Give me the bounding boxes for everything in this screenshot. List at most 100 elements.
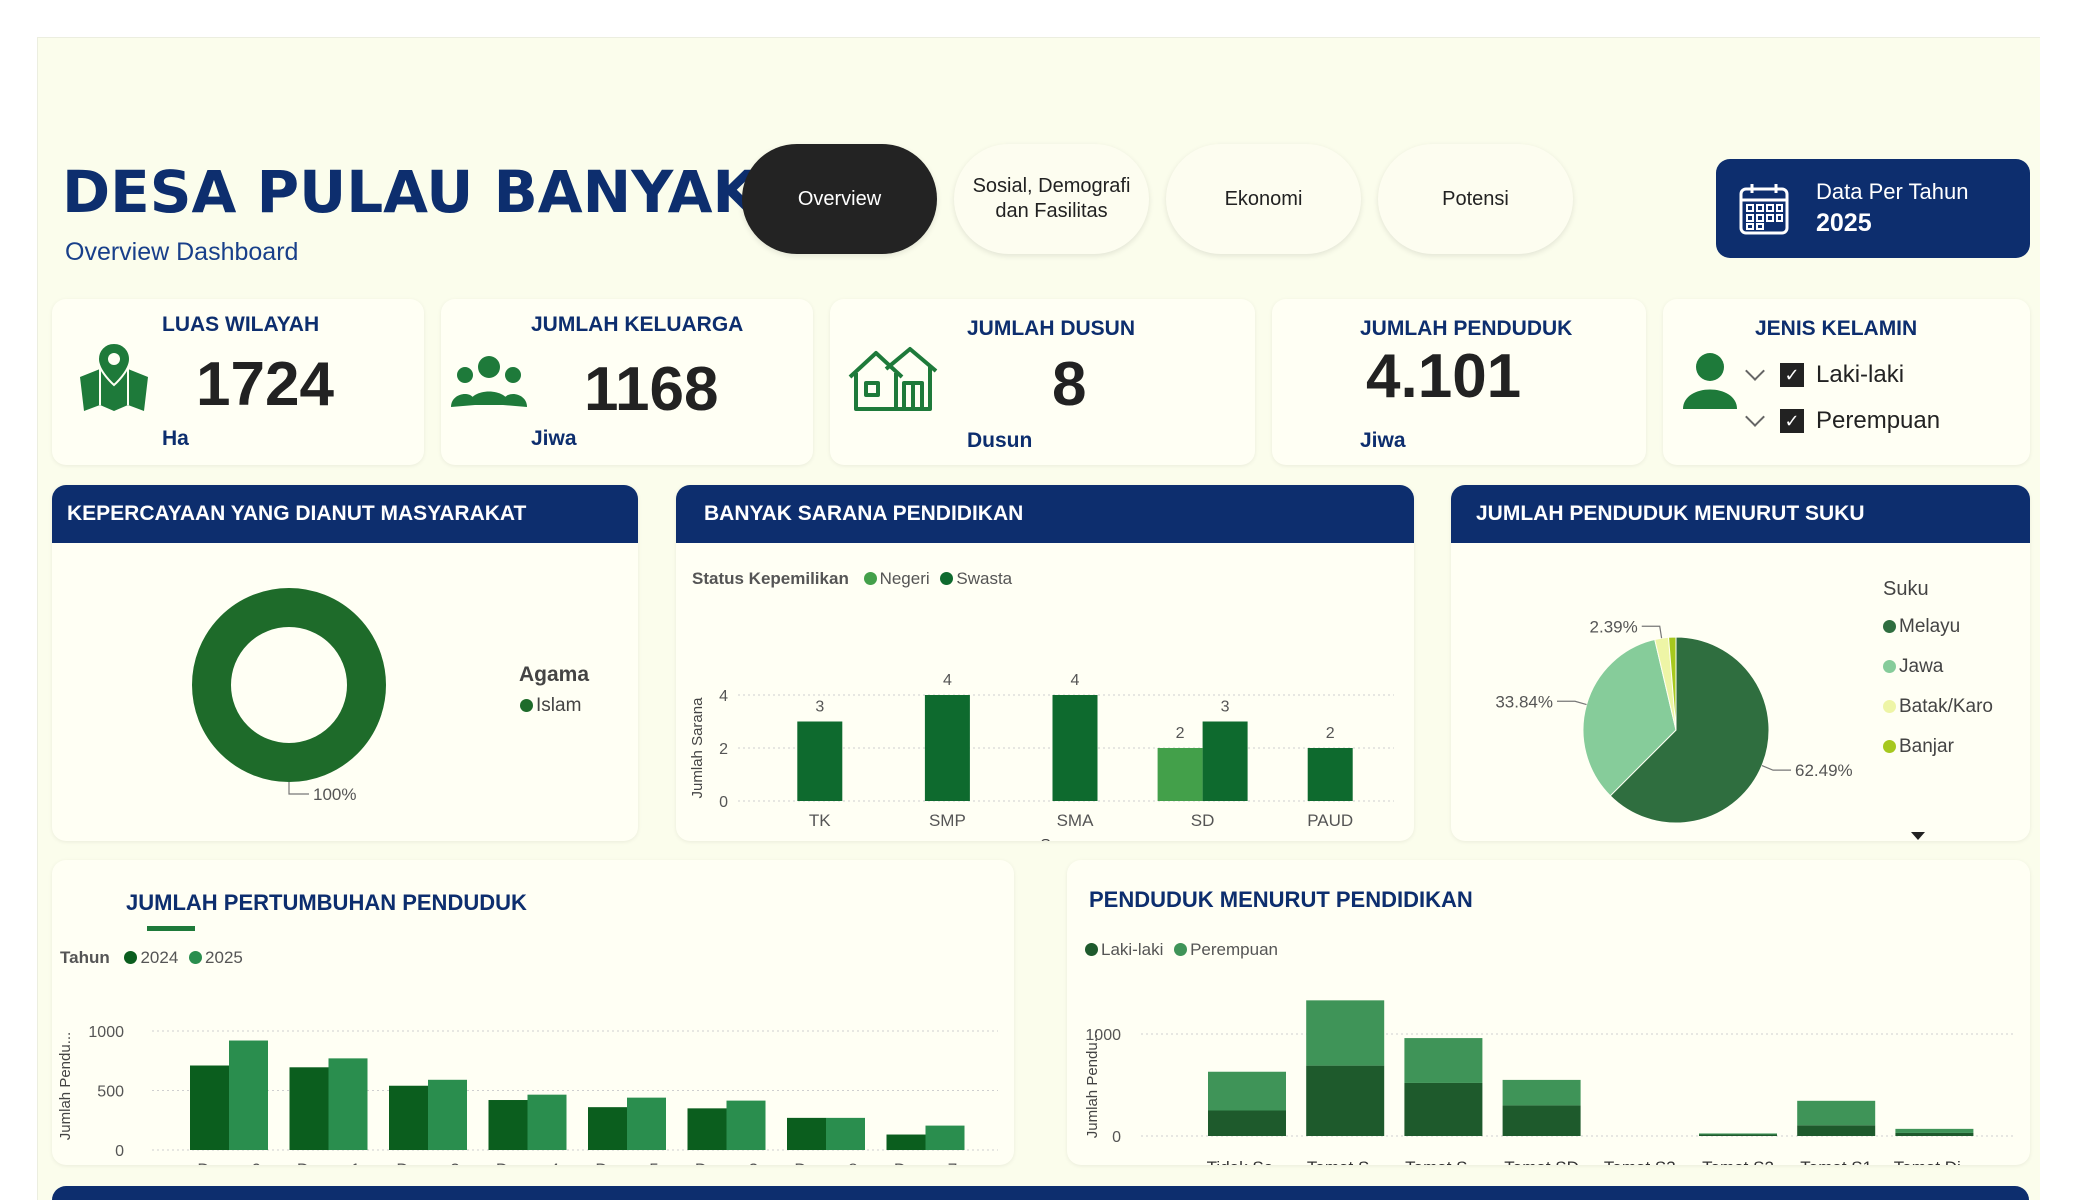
y-axis-label: Jumlah Sarana (689, 697, 706, 799)
legend-title-agama: Agama (519, 663, 590, 686)
checkbox-checked-icon[interactable]: ✓ (1780, 409, 1804, 433)
tab-ekonomi[interactable]: Ekonomi (1166, 144, 1361, 254)
chart-sarana: 0 2 4 Jumlah Sarana 3 TK 4 SMP 4 SMA 2 3 SD 2 PAUD Sara… (689, 672, 1394, 841)
kpi-penduduk-unit: Jiwa (1360, 429, 1406, 452)
data-label: 2 (1326, 725, 1335, 742)
page-title: DESA PULAU BANYAK (62, 158, 758, 226)
gender-label: Laki-laki (1816, 361, 1905, 388)
panel-kepercayaan-title: KEPERCAYAAN YANG DIANUT MASYARAKAT (52, 485, 638, 543)
bar (1307, 748, 1353, 801)
tab-potensi[interactable]: Potensi (1378, 144, 1573, 254)
x-tick-label: Dusun 7 (894, 1160, 957, 1165)
kpi-luas-title: LUAS WILAYAH (162, 313, 320, 336)
legend-item-islam[interactable]: Islam (520, 695, 581, 717)
map-pin-icon (80, 341, 148, 411)
legend-suku: Melayu Jawa Batak/Karo Banjar (1883, 607, 1993, 767)
bar (797, 721, 843, 801)
kpi-luas-unit: Ha (162, 427, 189, 450)
kpi-dusun-unit: Dusun (967, 429, 1033, 452)
legend-item-banjar[interactable]: Banjar (1883, 727, 1993, 767)
legend-dot-icon (1883, 740, 1896, 753)
data-label: 2.39% (1590, 617, 1638, 636)
x-tick-label: Dusun 3 (695, 1160, 758, 1165)
bar-segment (1208, 1071, 1286, 1111)
data-label: 4 (1071, 672, 1080, 689)
panel-pendidikan: PENDUDUK MENURUT PENDIDIKAN Laki-laki Pe… (1067, 860, 2030, 1165)
kpi-jumlah-dusun: JUMLAH DUSUN 8 Dusun (830, 299, 1255, 465)
data-label: 33.84% (1495, 692, 1553, 711)
x-tick-label: Dusun 8 (794, 1160, 857, 1165)
y-tick-label: 500 (97, 1084, 124, 1101)
kpi-penduduk-title: JUMLAH PENDUDUK (1360, 317, 1573, 340)
chevron-down-icon[interactable] (1745, 407, 1765, 427)
chart-pertumbuhan: 0 500 1000 Jumlah Pendu... Dusun 6 Dusun 1 Dus… (57, 1024, 998, 1165)
houses-icon (848, 347, 938, 411)
leader-line (1557, 700, 1587, 706)
bar (627, 1097, 666, 1150)
kpi-jenis-kelamin: JENIS KELAMIN ✓ Laki-laki ✓ Perempuan (1663, 299, 2030, 465)
bar (826, 1117, 865, 1150)
people-group-icon (451, 356, 527, 407)
bar (1202, 721, 1248, 801)
x-tick-label: Dusun 1 (297, 1160, 360, 1165)
x-axis-label: Sarana (1040, 837, 1092, 841)
bar-segment (1502, 1079, 1581, 1106)
donut-slice (192, 588, 386, 782)
legend-item-melayu[interactable]: Melayu (1883, 607, 1993, 647)
bar-segment (1797, 1125, 1876, 1136)
gender-label: Perempuan (1816, 407, 1941, 434)
bar-segment (1306, 1000, 1385, 1066)
data-label: 3 (815, 699, 824, 716)
legend-title-suku: Suku (1883, 578, 1929, 600)
dashboard-canvas: DESA PULAU BANYAK Overview Dashboard Ove… (37, 37, 2040, 1200)
tab-overview[interactable]: Overview (742, 144, 937, 254)
data-label: 3 (1221, 699, 1230, 716)
y-tick-label: 2 (719, 741, 728, 758)
bar (527, 1094, 567, 1150)
x-tick-label: Tamat S1 (1800, 1158, 1872, 1165)
legend-dot-icon (1883, 660, 1896, 673)
kpi-luas-value: 1724 (196, 350, 334, 419)
bar (289, 1067, 329, 1150)
bar-segment (1797, 1100, 1876, 1126)
legend-item-batak-karo[interactable]: Batak/Karo (1883, 687, 1993, 727)
bar-segment (1404, 1038, 1483, 1083)
bar (389, 1085, 428, 1150)
bar-segment (1895, 1132, 1974, 1136)
year-selector[interactable]: Data Per Tahun 2025 (1716, 159, 2030, 258)
bar (687, 1108, 727, 1150)
x-tick-label: Dusun 4 (496, 1160, 559, 1165)
panel-suku: JUMLAH PENDUDUK MENURUT SUKU 62.49% 33.84… (1451, 485, 2030, 841)
data-label: 2 (1176, 725, 1185, 742)
x-tick-label: Tamat S... (1405, 1158, 1482, 1165)
bar (488, 1100, 528, 1150)
tab-sosial-demografi[interactable]: Sosial, Demografi dan Fasilitas (954, 144, 1149, 254)
bar-segment (1404, 1082, 1483, 1136)
gender-option-perempuan[interactable]: ✓ Perempuan (1745, 407, 1941, 435)
bar-segment (1699, 1134, 1777, 1136)
legend-dot-icon (520, 699, 533, 712)
x-tick-label: Tidak Se... (1207, 1158, 1288, 1165)
x-tick-label: SMA (1057, 811, 1095, 830)
legend-dot-icon (1883, 620, 1896, 633)
x-tick-label: Tamat SD (1504, 1158, 1579, 1165)
y-tick-label: 0 (1112, 1129, 1121, 1146)
kpi-gender-title: JENIS KELAMIN (1755, 317, 1918, 340)
year-value: 2025 (1816, 209, 1872, 237)
x-tick-label: Dusun 5 (595, 1160, 658, 1165)
x-tick-label: Tamat Di... (1894, 1158, 1975, 1165)
x-tick-label: SD (1191, 811, 1215, 830)
caret-down-icon[interactable] (1910, 831, 1926, 841)
chevron-down-icon[interactable] (1745, 361, 1765, 381)
gender-option-laki-laki[interactable]: ✓ Laki-laki (1745, 361, 1905, 389)
footer-bar (52, 1186, 2029, 1200)
legend-item-jawa[interactable]: Jawa (1883, 647, 1993, 687)
kpi-keluarga-title: JUMLAH KELUARGA (531, 313, 744, 336)
bar (190, 1065, 229, 1150)
panel-sarana: BANYAK SARANA PENDIDIKAN Status Kepemili… (676, 485, 1414, 841)
bar (328, 1058, 368, 1150)
bar (925, 1125, 965, 1150)
kpi-keluarga-value: 1168 (584, 355, 719, 424)
checkbox-checked-icon[interactable]: ✓ (1780, 363, 1804, 387)
bar-segment (1208, 1110, 1286, 1136)
